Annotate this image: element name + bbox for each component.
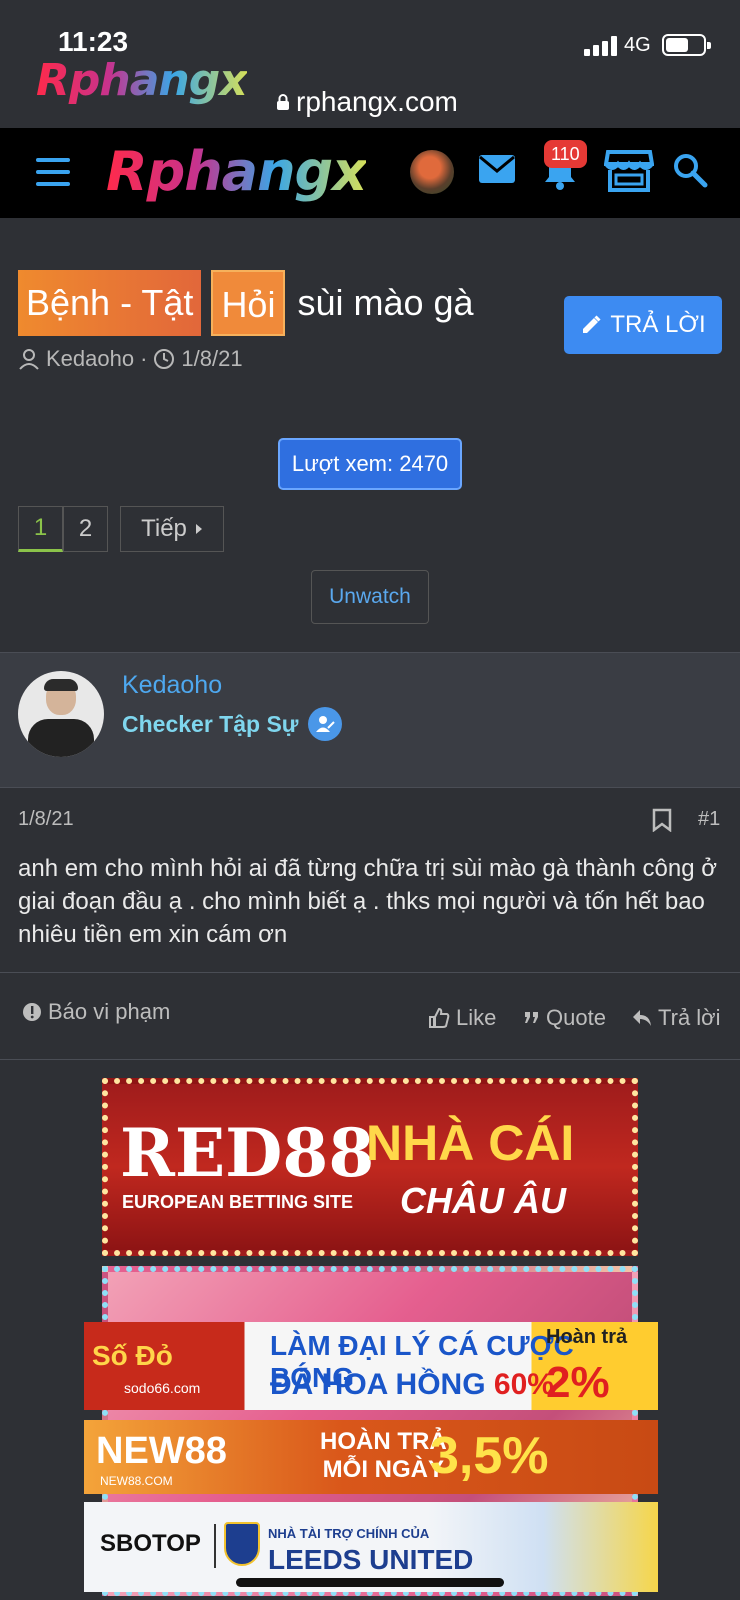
ad-subtitle: EUROPEAN BETTING SITE: [122, 1192, 354, 1212]
site-logo[interactable]: Rphangx: [106, 142, 367, 202]
ad-cashback-label: Hoàn trả: [546, 1326, 628, 1348]
ad-percent: 3,5%: [430, 1427, 549, 1485]
like-button[interactable]: Like: [428, 1005, 496, 1031]
ad-brand: Số Đỏ: [92, 1340, 173, 1371]
ad-small-text: NHÀ TÀI TRỢ CHÍNH CỦA: [268, 1526, 430, 1541]
ad-big-text: LEEDS UNITED: [268, 1544, 474, 1575]
thread-author[interactable]: Kedaoho: [46, 346, 134, 372]
post-user-block: Kedaoho Checker Tập Sự: [0, 652, 740, 788]
hamburger-menu-icon[interactable]: [36, 158, 70, 186]
ad-domain: NEW88.COM: [100, 1474, 173, 1488]
club-crest-icon: [224, 1522, 260, 1566]
reply-button-label: TRẢ LỜI: [610, 311, 706, 338]
next-page-label: Tiếp: [141, 515, 187, 542]
user-title-text: Checker Tập Sự: [122, 710, 299, 737]
browser-status-bar: 11:23 4G Rphangx rphangx.com: [0, 0, 740, 128]
report-label: Báo vi phạm: [48, 999, 171, 1024]
user-avatar[interactable]: [18, 671, 104, 757]
ad-text: HOÀN TRẢ MỖI NGÀY: [320, 1428, 447, 1483]
quote-icon: [525, 1012, 538, 1023]
next-page-button[interactable]: Tiếp: [120, 506, 224, 552]
post-action-bar: Báo vi phạm Like Quote Trả lời: [0, 972, 740, 1060]
reply-action-label: Trả lời: [658, 1005, 721, 1030]
post-username[interactable]: Kedaoho: [122, 671, 222, 700]
ad-line-2: ĐÁ HOA HỒNG 60%: [270, 1368, 554, 1401]
thread-meta: Kedaoho · 1/8/21: [18, 346, 243, 372]
notification-badge: 110: [544, 140, 587, 168]
prefix-label-hoi[interactable]: Hỏi: [211, 270, 286, 336]
search-icon[interactable]: [672, 152, 708, 188]
account-avatar[interactable]: [410, 150, 454, 194]
url-text: rphangx.com: [296, 86, 458, 117]
quote-label: Quote: [546, 1005, 606, 1030]
tab-favicon-logo: Rphangx: [36, 55, 248, 106]
ad-banner-sodo[interactable]: Số Đỏ sodo66.com LÀM ĐẠI LÝ CÁ CƯỢC BÓNG…: [84, 1322, 658, 1410]
battery-icon: [662, 34, 711, 56]
home-indicator[interactable]: [236, 1578, 504, 1587]
pagination: 1 2: [18, 506, 108, 552]
bookmark-icon[interactable]: [652, 808, 672, 832]
address-bar[interactable]: rphangx.com: [276, 86, 458, 118]
thread-date[interactable]: 1/8/21: [181, 346, 242, 372]
alert-icon: [23, 1003, 41, 1021]
ad-cashback-pct: 2%: [546, 1358, 610, 1407]
ad-headline-2: CHÂU ÂU: [400, 1180, 566, 1221]
prefix-label-benh-tat[interactable]: Bệnh - Tật: [18, 270, 202, 336]
mail-icon[interactable]: [478, 154, 516, 184]
ad-divider: [214, 1524, 216, 1568]
page-2-link[interactable]: 2: [63, 506, 108, 552]
ad-brand: SBOTOP: [100, 1530, 201, 1557]
signal-icon: [584, 36, 620, 56]
reply-action-button[interactable]: Trả lời: [632, 1005, 721, 1031]
pencil-icon: [583, 315, 601, 333]
ad-brand: NEW88: [96, 1430, 227, 1472]
caret-right-icon: [195, 524, 202, 534]
site-header: Rphangx: [0, 128, 740, 218]
clock-icon: [154, 349, 175, 369]
user-icon: [19, 349, 39, 370]
user-title: Checker Tập Sự: [122, 707, 343, 741]
post-date[interactable]: 1/8/21: [18, 808, 74, 831]
post-number[interactable]: #1: [698, 808, 720, 831]
network-type: 4G: [624, 34, 651, 56]
like-label: Like: [456, 1005, 497, 1030]
reply-arrow-icon: [633, 1010, 651, 1026]
ad-headline: NHÀ CÁI: [366, 1115, 575, 1171]
ad-banner-new88[interactable]: NEW88 NEW88.COM HOÀN TRẢ MỖI NGÀY 3,5%: [84, 1420, 658, 1494]
ad-domain: sodo66.com: [124, 1380, 201, 1396]
view-count-badge: Lượt xem: 2470: [278, 438, 462, 490]
thread-title-text: sùi mào gà: [297, 282, 474, 323]
quote-button[interactable]: Quote: [524, 1005, 606, 1031]
ad-banner-red88[interactable]: RED88 EUROPEAN BETTING SITE NHÀ CÁI CHÂU…: [102, 1078, 638, 1256]
report-button[interactable]: Báo vi phạm: [22, 999, 170, 1025]
meta-separator: ·: [140, 346, 148, 371]
user-badge-icon: [308, 707, 343, 741]
ad-brand: RED88: [120, 1114, 375, 1192]
store-icon[interactable]: [604, 148, 654, 192]
unwatch-button[interactable]: Unwatch: [311, 570, 429, 624]
reply-button[interactable]: TRẢ LỜI: [564, 296, 722, 354]
lock-icon: [277, 94, 289, 110]
thread-title: Bệnh - Tật Hỏi sùi mào gà: [18, 270, 474, 336]
post-body: anh em cho mình hỏi ai đã từng chữa trị …: [18, 855, 717, 948]
thumbs-up-icon: [429, 1007, 450, 1028]
clock: 11:23: [58, 26, 129, 57]
page-1-link[interactable]: 1: [18, 506, 63, 552]
